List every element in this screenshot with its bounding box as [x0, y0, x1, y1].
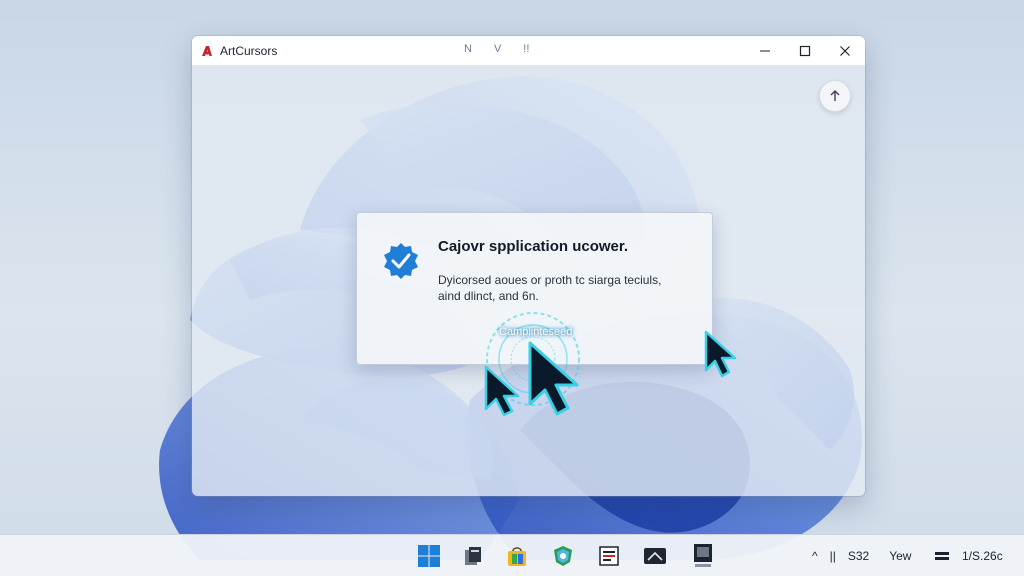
tray-label[interactable]: S32 — [848, 549, 869, 563]
taskbar-app-terminal[interactable] — [640, 541, 670, 571]
document-editor-icon — [599, 546, 619, 566]
toolbar-glyph[interactable]: Ν — [464, 43, 472, 55]
title-toolbar: Ν V !! — [464, 43, 529, 55]
taskbar-app-browser[interactable] — [548, 541, 578, 571]
start-button[interactable] — [414, 541, 444, 571]
cursor-arrow-icon — [704, 330, 737, 378]
network-icon — [935, 552, 949, 560]
toolbar-glyph[interactable]: !! — [523, 43, 529, 55]
browser-icon — [554, 546, 572, 566]
app-title: ArtCursors — [220, 43, 278, 58]
arrow-up-icon — [830, 90, 840, 101]
dialog-message-line: Dyicorsed aoues or proth tc siarga teciu… — [438, 273, 662, 287]
clock-area[interactable]: 1/S.26c — [934, 535, 1003, 576]
dialog-message: Dyicorsed aoues or proth tc siarga teciu… — [438, 272, 698, 304]
maximize-button[interactable] — [785, 36, 825, 66]
file-stack-icon — [465, 547, 481, 565]
cursor-arrow-icon — [528, 341, 579, 416]
close-button[interactable] — [825, 36, 865, 66]
scroll-up-button[interactable] — [819, 80, 851, 112]
taskbar-app-files[interactable] — [458, 541, 488, 571]
window-controls — [745, 36, 865, 66]
checkmark-icon — [384, 243, 418, 279]
taskbar-app-store[interactable] — [502, 541, 532, 571]
app-logo-icon — [202, 45, 212, 56]
minimize-button[interactable] — [745, 36, 785, 66]
monitor-app-icon — [694, 544, 712, 567]
terminal-icon — [644, 548, 666, 564]
shopping-bag-icon — [508, 547, 526, 566]
toolbar-glyph[interactable]: V — [494, 43, 501, 55]
tray-overflow-chevron-icon[interactable]: ^ — [812, 549, 818, 563]
windows-logo-icon — [418, 545, 440, 567]
maximize-icon — [799, 45, 811, 57]
dialog-title: Cajovr spplication ucower. — [438, 238, 629, 255]
taskbar-app-artcursors[interactable] — [688, 541, 718, 571]
taskbar: ^ || S32 Yew 1/S.26c — [0, 534, 1024, 576]
close-icon — [840, 46, 850, 56]
completed-button[interactable]: Camplinteseed — [499, 326, 572, 338]
taskbar-app-editor[interactable] — [594, 541, 624, 571]
system-tray: ^ || S32 Yew — [812, 535, 911, 576]
title-bar[interactable]: ArtCursors Ν V !! — [192, 36, 865, 66]
dialog-message-line: aind dlinct, and 6n. — [438, 289, 539, 303]
tray-glyph[interactable]: || — [830, 549, 836, 563]
cursor-arrow-icon — [484, 365, 520, 417]
system-clock: 1/S.26c — [962, 549, 1003, 563]
minimize-icon — [760, 50, 770, 52]
tray-label[interactable]: Yew — [889, 549, 911, 563]
